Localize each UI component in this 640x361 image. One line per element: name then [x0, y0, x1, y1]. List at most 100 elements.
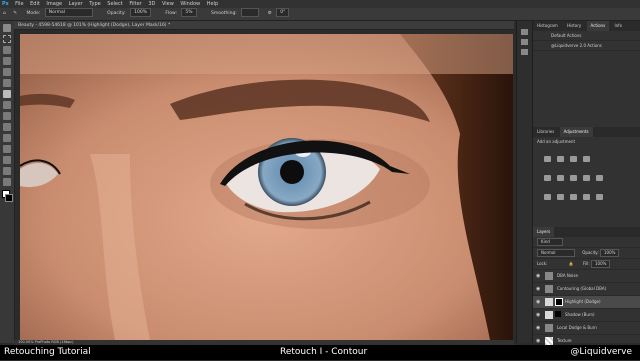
tab-history[interactable]: History [563, 21, 585, 31]
menu-help[interactable]: Help [207, 1, 218, 7]
menu-filter[interactable]: Filter [129, 1, 141, 7]
layer-thumbnail [545, 337, 553, 345]
eye-icon[interactable]: ◉ [536, 296, 540, 308]
eye-icon[interactable]: ◉ [536, 270, 540, 282]
menu-select[interactable]: Select [107, 1, 122, 7]
fill-label: Fill: [583, 261, 590, 266]
menu-view[interactable]: View [162, 1, 174, 7]
brightness-icon[interactable] [544, 156, 551, 162]
gradient-map-icon[interactable] [583, 194, 590, 200]
tab-layers[interactable]: Layers [533, 227, 555, 237]
color-balance-icon[interactable] [570, 175, 577, 181]
eye-icon[interactable]: ◉ [536, 322, 540, 334]
layer-name: Highlight (Dodge) [565, 299, 601, 304]
eye-icon[interactable]: ◉ [536, 309, 540, 321]
lock-icon[interactable]: 🔒 [569, 261, 574, 266]
exposure-icon[interactable] [583, 156, 590, 162]
layer-row-selected[interactable]: ◉ Highlight (Dodge) [533, 296, 640, 309]
eyedropper-tool-icon[interactable] [3, 68, 11, 76]
curves-icon[interactable] [570, 156, 577, 162]
ps-logo-icon[interactable]: Ps [2, 1, 9, 7]
gradient-tool-icon[interactable] [3, 123, 11, 131]
brush-tool-icon[interactable]: ✎ [13, 11, 17, 16]
caption-bar: Retouching Tutorial Retouch I - Contour … [0, 345, 640, 360]
layer-row[interactable]: ◉ Contouring (Global DBA) [533, 283, 640, 296]
action-set[interactable]: @Liquidverve 2.0 Actions [533, 41, 640, 51]
marquee-tool-icon[interactable] [3, 35, 11, 43]
layer-thumbnail [545, 298, 553, 306]
levels-icon[interactable] [557, 156, 564, 162]
hue-saturation-icon[interactable] [557, 175, 564, 181]
menu-3d[interactable]: 3D [148, 1, 155, 7]
menu-window[interactable]: Window [180, 1, 200, 7]
flow-field[interactable]: 5% [181, 8, 197, 17]
fill-field[interactable]: 100% [591, 260, 611, 268]
tab-histogram[interactable]: Histogram [533, 21, 562, 31]
type-tool-icon[interactable] [3, 156, 11, 164]
menu-file[interactable]: File [15, 1, 23, 7]
angle-field[interactable]: 0° [276, 8, 290, 17]
layer-opacity-field[interactable]: 100% [600, 249, 620, 257]
gear-icon[interactable]: ⚙ [268, 11, 272, 16]
menu-edit[interactable]: Edit [30, 1, 40, 7]
smoothing-field[interactable] [241, 8, 260, 17]
opacity-field[interactable]: 100% [130, 8, 151, 17]
action-set[interactable]: Default Actions [533, 31, 640, 41]
threshold-icon[interactable] [570, 194, 577, 200]
play-icon[interactable] [521, 39, 528, 45]
dodge-tool-icon[interactable] [3, 134, 11, 142]
tools-panel [0, 21, 15, 343]
home-icon[interactable]: ⌂ [3, 11, 6, 16]
mode-select[interactable]: Normal [44, 8, 93, 17]
adjust-hint: Add an adjustment [537, 139, 576, 144]
menu-layer[interactable]: Layer [69, 1, 83, 7]
layer-mask-thumbnail[interactable] [555, 311, 561, 317]
hand-tool-icon[interactable] [3, 167, 11, 175]
layer-row[interactable]: ◉ Local Dodge & Burn [533, 322, 640, 335]
caption-left: Retouching Tutorial [4, 347, 91, 357]
pen-tool-icon[interactable] [3, 145, 11, 153]
blend-mode-select[interactable]: Normal [537, 249, 575, 257]
layer-mask-thumbnail[interactable] [555, 298, 563, 306]
layer-filter-bar: Kind [533, 237, 640, 248]
black-white-icon[interactable] [583, 175, 590, 181]
stamp-tool-icon[interactable] [3, 101, 11, 109]
top-panel-tabs: Histogram History Actions Info [533, 21, 640, 31]
color-swatches[interactable] [2, 190, 13, 202]
tab-actions[interactable]: Actions [586, 21, 610, 31]
folder-icon [545, 324, 553, 332]
eye-icon[interactable]: ◉ [536, 283, 540, 295]
menu-image[interactable]: Image [46, 1, 62, 7]
info-icon[interactable] [521, 49, 528, 55]
folder-icon [545, 272, 553, 280]
image-canvas[interactable] [20, 34, 513, 340]
tab-libraries[interactable]: Libraries [533, 127, 558, 137]
crop-tool-icon[interactable] [3, 57, 11, 65]
layer-row[interactable]: ◉ DBA Noise [533, 270, 640, 283]
action-set-label: @Liquidverve 2.0 Actions [551, 43, 602, 48]
layer-row[interactable]: ◉ Shadow (Burn) [533, 309, 640, 322]
smoothing-label: Smoothing: [210, 11, 237, 16]
history-icon[interactable] [521, 29, 528, 35]
options-bar: ⌂ ✎ Mode: Normal Opacity: 100% Flow: 5% … [0, 8, 640, 21]
menu-type[interactable]: Type [89, 1, 100, 7]
eraser-tool-icon[interactable] [3, 112, 11, 120]
layer-blend-bar: Normal Opacity: 100% [533, 248, 640, 259]
layer-thumbnail [545, 311, 553, 319]
invert-icon[interactable] [544, 194, 551, 200]
tab-adjustments[interactable]: Adjustments [559, 127, 593, 137]
posterize-icon[interactable] [557, 194, 564, 200]
selective-color-icon[interactable] [596, 194, 603, 200]
panel-icon-strip [516, 21, 532, 343]
document-tab[interactable]: Beauty - 4598-54618 @ 101% (Highlight (D… [14, 21, 514, 30]
tab-info[interactable]: Info [610, 21, 626, 31]
photo-filter-icon[interactable] [596, 175, 603, 181]
adjust-panel-tabs: Libraries Adjustments [533, 127, 640, 137]
vibrance-icon[interactable] [544, 175, 551, 181]
brush-tool-icon-left[interactable] [3, 90, 11, 98]
healing-tool-icon[interactable] [3, 79, 11, 87]
lasso-tool-icon[interactable] [3, 46, 11, 54]
layer-kind-select[interactable]: Kind [537, 238, 563, 246]
zoom-tool-icon[interactable] [3, 178, 11, 186]
move-tool-icon[interactable] [3, 24, 11, 32]
